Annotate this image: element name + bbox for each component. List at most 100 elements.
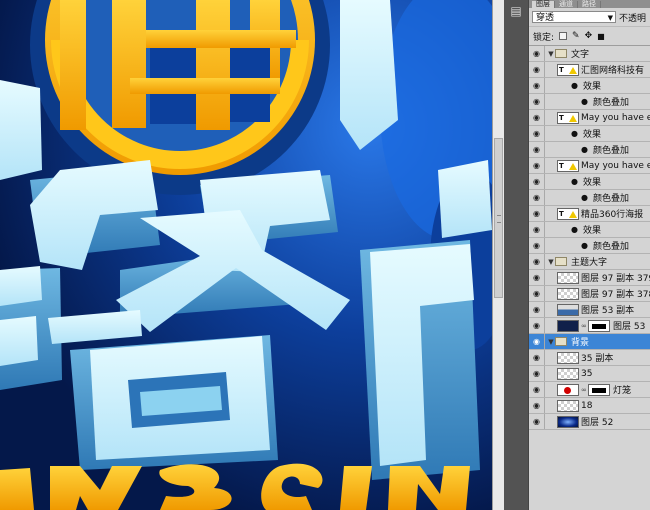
visibility-eye-icon[interactable]: ◉ <box>529 414 545 429</box>
effect-eye-icon[interactable]: ● <box>581 193 591 202</box>
tab-channels[interactable]: 通道 <box>555 1 578 8</box>
expand-triangle-icon[interactable]: ▼ <box>547 50 555 58</box>
layer-thumbnail <box>557 351 579 364</box>
folder-icon <box>555 49 567 58</box>
layer-row[interactable]: ◉ 图层 53 副本 <box>529 302 650 318</box>
text-layer-icon: T <box>557 159 579 172</box>
layer-row[interactable]: ◉ 图层 97 副本 378 <box>529 286 650 302</box>
visibility-eye-icon[interactable]: ◉ <box>529 270 545 285</box>
visibility-eye-icon[interactable]: ◉ <box>529 62 545 77</box>
effect-eye-icon[interactable]: ● <box>581 145 591 154</box>
padlock-icon[interactable]: ■ <box>597 32 605 41</box>
warning-icon <box>569 210 577 218</box>
visibility-eye-icon[interactable]: ◉ <box>529 78 545 93</box>
layer-row[interactable]: ◉ ● 效果 <box>529 174 650 190</box>
expand-triangle-icon[interactable]: ▼ <box>547 258 555 266</box>
brush-lock-icon[interactable]: ✎ <box>572 31 580 41</box>
layer-thumbnail <box>557 319 579 332</box>
layer-row[interactable]: ◉ ● 颜色叠加 <box>529 190 650 206</box>
layer-name: 效果 <box>583 178 602 188</box>
visibility-eye-icon[interactable]: ◉ <box>529 366 545 381</box>
layers-panel: 图层 通道 路径 穿透 ▼ 不透明 锁定: ✎ ✥ ■ ◉ ▼ 文字 ◉ T 汇图网络科技… <box>528 0 650 510</box>
layer-row[interactable]: ◉ 图层 52 <box>529 414 650 430</box>
layer-name: 图层 53 <box>613 322 646 332</box>
layer-thumbnail <box>557 415 579 428</box>
layer-name: 35 副本 <box>581 354 614 364</box>
visibility-eye-icon[interactable]: ◉ <box>529 94 545 109</box>
expand-triangle-icon[interactable]: ▼ <box>547 338 555 346</box>
layer-row[interactable]: ◉ ▼ 主题大字 <box>529 254 650 270</box>
layer-name: May you have en <box>581 112 650 123</box>
layer-name: 效果 <box>583 82 602 92</box>
layer-row[interactable]: ◉ ● 颜色叠加 <box>529 142 650 158</box>
visibility-eye-icon[interactable]: ◉ <box>529 254 545 269</box>
tab-layers[interactable]: 图层 <box>532 1 555 8</box>
layer-thumbnail <box>557 399 579 412</box>
visibility-eye-icon[interactable]: ◉ <box>529 382 545 397</box>
layer-name: 颜色叠加 <box>593 194 630 204</box>
mask-link-icon[interactable]: ∞ <box>581 386 587 394</box>
visibility-eye-icon[interactable]: ◉ <box>529 158 545 173</box>
layers-panel-icon[interactable]: ▤ <box>508 4 524 18</box>
lock-label: 锁定: <box>533 32 555 43</box>
visibility-eye-icon[interactable]: ◉ <box>529 46 545 61</box>
layer-row[interactable]: ◉ ▼ 文字 <box>529 46 650 62</box>
visibility-eye-icon[interactable]: ◉ <box>529 302 545 317</box>
layer-name: 图层 97 副本 378 <box>581 290 650 300</box>
move-lock-icon[interactable]: ✥ <box>585 31 593 41</box>
layer-row[interactable]: ◉ ● 效果 <box>529 222 650 238</box>
layer-row[interactable]: ◉ T 汇图网络科技有 <box>529 62 650 78</box>
folder-icon <box>555 337 567 346</box>
layer-row[interactable]: ◉ 35 副本 <box>529 350 650 366</box>
layer-row[interactable]: ◉ T 精品360行海报​ <box>529 206 650 222</box>
visibility-eye-icon[interactable]: ◉ <box>529 174 545 189</box>
layer-row[interactable]: ◉ ∞ 图层 53 <box>529 318 650 334</box>
layer-thumbnail <box>557 271 579 284</box>
effect-eye-icon[interactable]: ● <box>581 97 591 106</box>
layer-row[interactable]: ◉ ▼ 背景 <box>529 334 650 350</box>
visibility-eye-icon[interactable]: ◉ <box>529 350 545 365</box>
layer-row[interactable]: ◉ 18 <box>529 398 650 414</box>
layer-mask-thumbnail[interactable] <box>588 383 610 396</box>
layer-row[interactable]: ◉ ∞ 灯笼 <box>529 382 650 398</box>
panel-dock-gutter: ▤ <box>504 0 528 510</box>
layer-row[interactable]: ◉ 35 <box>529 366 650 382</box>
effects-eye-icon[interactable]: ● <box>571 129 581 138</box>
mask-link-icon[interactable]: ∞ <box>581 322 587 330</box>
layer-row[interactable]: ◉ ● 颜色叠加 <box>529 94 650 110</box>
layer-name: 颜色叠加 <box>593 242 630 252</box>
layer-row[interactable]: ◉ ● 效果 <box>529 126 650 142</box>
layer-thumbnail <box>557 303 579 316</box>
visibility-eye-icon[interactable]: ◉ <box>529 206 545 221</box>
artwork <box>0 0 492 510</box>
visibility-eye-icon[interactable]: ◉ <box>529 238 545 253</box>
layer-row[interactable]: ◉ ● 效果 <box>529 78 650 94</box>
effect-eye-icon[interactable]: ● <box>581 241 591 250</box>
visibility-eye-icon[interactable]: ◉ <box>529 126 545 141</box>
layer-mask-thumbnail[interactable] <box>588 319 610 332</box>
visibility-eye-icon[interactable]: ◉ <box>529 398 545 413</box>
canvas-vertical-scrollbar[interactable] <box>492 0 504 510</box>
blend-mode-select[interactable]: 穿透 ▼ <box>532 11 616 23</box>
visibility-eye-icon[interactable]: ◉ <box>529 334 545 349</box>
effects-eye-icon[interactable]: ● <box>571 81 581 90</box>
tab-paths[interactable]: 路径 <box>578 1 601 8</box>
visibility-eye-icon[interactable]: ◉ <box>529 110 545 125</box>
visibility-eye-icon[interactable]: ◉ <box>529 222 545 237</box>
layer-row[interactable]: ◉ TMay you have en <box>529 110 650 126</box>
layer-row[interactable]: ◉ ● 颜色叠加 <box>529 238 650 254</box>
layer-thumbnail <box>557 383 579 396</box>
layer-row[interactable]: ◉ TMay you have en <box>529 158 650 174</box>
visibility-eye-icon[interactable]: ◉ <box>529 190 545 205</box>
visibility-eye-icon[interactable]: ◉ <box>529 142 545 157</box>
visibility-eye-icon[interactable]: ◉ <box>529 286 545 301</box>
lock-transparent-icon[interactable] <box>559 32 568 40</box>
effects-eye-icon[interactable]: ● <box>571 225 581 234</box>
layer-row[interactable]: ◉ 图层 97 副本 379 <box>529 270 650 286</box>
visibility-eye-icon[interactable]: ◉ <box>529 318 545 333</box>
document-canvas[interactable] <box>0 0 492 510</box>
layer-name: 效果 <box>583 226 602 236</box>
effects-eye-icon[interactable]: ● <box>571 177 581 186</box>
layer-name: 灯笼 <box>613 386 632 396</box>
scrollbar-thumb[interactable] <box>494 138 503 298</box>
